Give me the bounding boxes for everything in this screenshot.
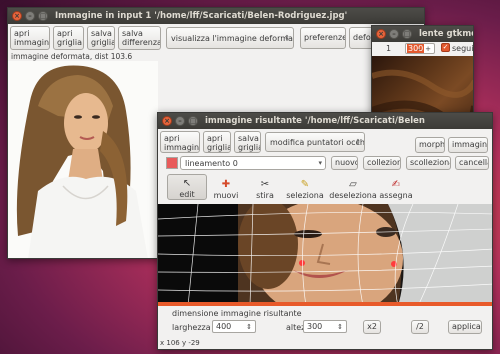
assign-icon: ✍: [391, 179, 401, 190]
tool-label: seleziona: [286, 191, 324, 200]
open-grid-button[interactable]: apri griglia: [53, 26, 84, 50]
input-portrait-image[interactable]: [8, 61, 158, 258]
follow-label: segui: [452, 44, 474, 53]
lens-window-titlebar[interactable]: × – □ lente gtkmor: [372, 26, 473, 42]
tool-edit[interactable]: ↖ edit: [167, 174, 207, 200]
image-button[interactable]: immagine: [448, 137, 488, 153]
lens-window-title: lente gtkmor: [419, 29, 473, 39]
input-status-text: immagine deformata, dist 103.6: [11, 52, 133, 61]
spin-arrows-icon: – +: [417, 44, 432, 53]
height-spinner[interactable]: 300 ⇕: [303, 320, 347, 333]
height-value: 300: [307, 322, 323, 331]
view-mode-value: visualizza l'immagine deformata: [171, 33, 294, 43]
tool-label: deseleziona: [329, 191, 377, 200]
width-value: 400: [216, 322, 232, 331]
spin-arrows-icon: ⇕: [337, 322, 344, 331]
updown-arrow-icon: ⇕: [355, 138, 361, 146]
apply-button[interactable]: applica: [448, 320, 482, 334]
delete-feature-button[interactable]: cancella: [455, 156, 489, 170]
tool-assign[interactable]: ✍ assegna: [376, 174, 416, 200]
preferences-button[interactable]: preferenze: [300, 27, 346, 49]
save-grid-button[interactable]: salva griglia: [234, 131, 261, 153]
tool-select[interactable]: ✎ seleziona: [285, 174, 325, 200]
move-icon: ✚: [221, 179, 231, 190]
result-canvas[interactable]: [158, 204, 492, 306]
feature-color-swatch[interactable]: [166, 157, 178, 169]
morph-button[interactable]: morph: [415, 137, 445, 153]
updown-arrow-icon: ⇕: [284, 34, 290, 42]
maximize-icon[interactable]: □: [188, 116, 198, 126]
new-feature-button[interactable]: nuovo: [331, 156, 358, 170]
tool-move[interactable]: ✚ muovi: [206, 174, 246, 200]
maximize-icon[interactable]: □: [402, 29, 412, 39]
open-image-button[interactable]: apri immagine: [10, 26, 50, 50]
tool-label: edit: [179, 190, 195, 199]
minimize-icon[interactable]: –: [389, 29, 399, 39]
spin-arrows-icon: ⇕: [246, 322, 253, 331]
open-image-button[interactable]: apri immagine: [160, 131, 200, 153]
minimize-icon[interactable]: –: [25, 11, 35, 21]
select-icon: ✎: [300, 179, 310, 190]
tool-label: muovi: [213, 191, 239, 200]
mode-value: modifica puntatori occhi: [270, 137, 365, 147]
open-grid-button[interactable]: apri griglia: [203, 131, 231, 153]
follow-checkbox[interactable]: ✓: [441, 43, 450, 52]
view-mode-combo[interactable]: visualizza l'immagine deformata ⇕: [166, 27, 294, 49]
half-size-button[interactable]: /2: [411, 320, 429, 334]
double-size-button[interactable]: x2: [363, 320, 381, 334]
chevron-down-icon: ▾: [318, 159, 322, 167]
edit-cursor-icon: ↖: [182, 178, 192, 189]
tool-deselect[interactable]: ▱ deseleziona: [329, 174, 377, 200]
minimize-icon[interactable]: –: [175, 116, 185, 126]
width-label: larghezza: [172, 323, 211, 332]
save-difference-button[interactable]: salva differenza: [118, 26, 161, 50]
link-button[interactable]: colleziona: [363, 156, 401, 170]
feature-combo[interactable]: lineamento 0 ▾: [180, 156, 326, 170]
lens-size-spinner[interactable]: 300 – +: [405, 43, 435, 54]
feature-value: lineamento 0: [185, 158, 238, 168]
result-window-title: immagine risultante '/home/lff/Scaricati…: [205, 116, 425, 126]
coordinates-readout: x 106 y -29: [160, 339, 200, 347]
tool-stretch[interactable]: ✂ stira: [245, 174, 285, 200]
input-window-title: Immagine in input 1 '/home/lff/Scaricati…: [55, 11, 348, 21]
input-window-titlebar[interactable]: × – □ Immagine in input 1 '/home/lff/Sca…: [8, 8, 424, 24]
unlink-button[interactable]: scolleziona: [406, 156, 451, 170]
lens-zoom-value: 1: [386, 44, 392, 53]
close-icon[interactable]: ×: [162, 116, 172, 126]
size-section-heading: dimensione immagine risultante: [172, 309, 302, 318]
save-grid-button[interactable]: salva griglia: [87, 26, 115, 50]
stretch-icon: ✂: [260, 179, 270, 190]
tool-label: stira: [256, 191, 274, 200]
close-icon[interactable]: ×: [12, 11, 22, 21]
width-spinner[interactable]: 400 ⇕: [212, 320, 256, 333]
result-image-window: × – □ immagine risultante '/home/lff/Sca…: [157, 112, 493, 350]
mode-combo[interactable]: modifica puntatori occhi ⇕: [265, 132, 365, 152]
close-icon[interactable]: ×: [376, 29, 386, 39]
result-window-titlebar[interactable]: × – □ immagine risultante '/home/lff/Sca…: [158, 113, 492, 129]
deselect-eraser-icon: ▱: [349, 179, 357, 190]
maximize-icon[interactable]: □: [38, 11, 48, 21]
tool-label: assegna: [379, 191, 413, 200]
